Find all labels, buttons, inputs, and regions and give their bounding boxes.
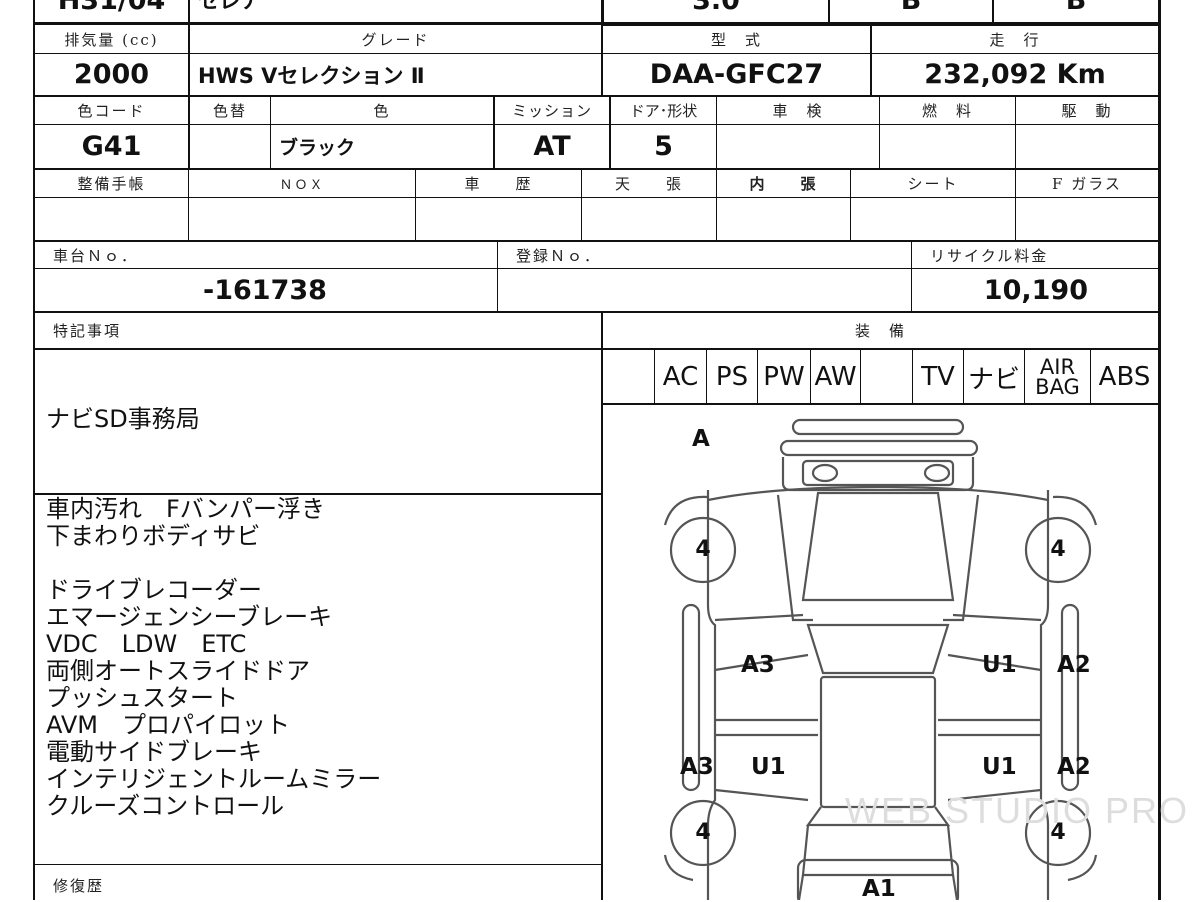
equip-tv: TV bbox=[921, 362, 955, 392]
tire-front-left: 4 bbox=[695, 537, 711, 562]
maintenance-label: 整備手帳 bbox=[77, 175, 146, 193]
color-change-label: 色替 bbox=[212, 102, 247, 120]
tire-rear-right: 4 bbox=[1050, 820, 1066, 845]
mileage-value: 232,092 Km bbox=[924, 59, 1106, 90]
registration-label: 登録Ｎｏ． bbox=[516, 246, 602, 265]
mileage-label: 走 行 bbox=[989, 31, 1041, 49]
repair-history-label: 修復歴 bbox=[53, 876, 105, 895]
mark-left-rear-a: A3 bbox=[680, 754, 714, 780]
recycle-label: リサイクル料金 bbox=[930, 246, 1049, 265]
mission-value: AT bbox=[533, 131, 571, 162]
equip-ps: PS bbox=[715, 362, 749, 392]
mark-right-front-a: A2 bbox=[1057, 652, 1091, 678]
color-label: 色 bbox=[373, 102, 391, 120]
door-label: ドア･形状 bbox=[629, 102, 698, 120]
remarks-label: 特記事項 bbox=[53, 322, 122, 340]
border-right bbox=[1158, 0, 1161, 900]
nox-label: ＮＯＸ bbox=[279, 178, 325, 193]
grade-label: グレード bbox=[361, 31, 430, 49]
equip-airbag: AIR BAG bbox=[1035, 355, 1080, 399]
remarks-line1: ナビSD事務局 bbox=[46, 405, 200, 433]
mark-left-rear-u: U1 bbox=[751, 754, 786, 780]
drive-label: 駆 動 bbox=[1061, 102, 1113, 120]
tire-rear-left: 4 bbox=[695, 820, 711, 845]
model-value: DAA-GFC27 bbox=[649, 59, 824, 90]
remarks-block: 車内汚れ Fバンパー浮き 下まわりボディサビ ドライブレコーダー エマージェンシ… bbox=[46, 495, 382, 820]
exterior-grade: B bbox=[900, 0, 922, 16]
equip-pw: PW bbox=[763, 362, 805, 392]
displacement-value: 2000 bbox=[73, 59, 150, 90]
recycle-value: 10,190 bbox=[983, 274, 1088, 306]
equip-navi: ナビ bbox=[967, 364, 1020, 395]
equip-aw: AW bbox=[814, 362, 857, 392]
mark-right-rear-a: A2 bbox=[1057, 754, 1091, 780]
hline bbox=[33, 864, 601, 865]
car-name: セレナ bbox=[198, 0, 261, 13]
tire-front-right: 4 bbox=[1050, 537, 1066, 562]
chassis-label: 車台Ｎｏ． bbox=[53, 246, 139, 265]
grade-value: HWS Vセレクション Ⅱ bbox=[198, 63, 425, 88]
inspection-label: 車 検 bbox=[772, 102, 824, 120]
chassis-value: -161738 bbox=[203, 274, 327, 306]
interior-label: 内 張 bbox=[749, 175, 818, 193]
equipment-label: 装 備 bbox=[854, 322, 906, 340]
equip-blank bbox=[861, 350, 912, 404]
score: 3.0 bbox=[692, 0, 740, 16]
door-value: 5 bbox=[654, 131, 673, 162]
equip-abs: ABS bbox=[1098, 362, 1151, 392]
seat-label: シート bbox=[907, 175, 959, 193]
color-value: ブラック bbox=[279, 137, 356, 159]
mark-right-front-u: U1 bbox=[982, 652, 1017, 678]
mark-left-front-door: A3 bbox=[741, 652, 775, 678]
hline bbox=[33, 22, 601, 25]
history-label: 車 歴 bbox=[464, 175, 533, 193]
mark-right-rear-u: U1 bbox=[982, 754, 1017, 780]
glass-label: F ガラス bbox=[1052, 175, 1122, 193]
color-code-value: G41 bbox=[81, 131, 142, 162]
ceiling-label: 天 張 bbox=[614, 175, 683, 193]
mark-front: A bbox=[692, 426, 710, 452]
hline bbox=[33, 197, 1160, 198]
fuel-label: 燃 料 bbox=[921, 102, 973, 120]
auction-date: H31/04 bbox=[57, 0, 166, 16]
displacement-label: 排気量 (cc) bbox=[64, 31, 159, 49]
mark-rear: A1 bbox=[862, 876, 896, 902]
interior-grade: B bbox=[1065, 0, 1087, 16]
mission-label: ミッション bbox=[511, 102, 592, 120]
color-code-label: 色コード bbox=[77, 102, 146, 120]
model-label: 型 式 bbox=[710, 31, 762, 49]
equip-ac: AC bbox=[662, 362, 699, 392]
watermark: WEB STUDIO PRO bbox=[845, 790, 1190, 831]
